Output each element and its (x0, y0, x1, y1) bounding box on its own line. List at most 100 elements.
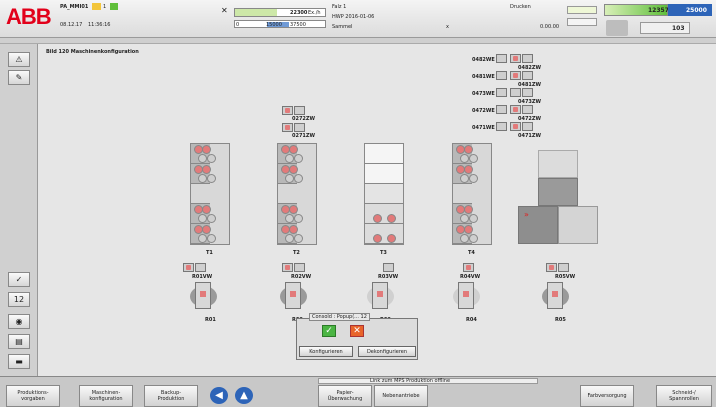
back-arrow-icon[interactable]: ◀ (210, 387, 228, 404)
produktionsvorgaben-button[interactable]: Produktions- vorgaben (6, 385, 60, 407)
sammel-label: Sammel (332, 24, 353, 30)
check-tool-icon[interactable]: ✓ (8, 272, 30, 287)
up-arrow-icon[interactable]: ▲ (235, 387, 253, 404)
turnbar-label-0271: 0271ZW (292, 133, 316, 139)
deconfigure-button[interactable]: Dekonfigurieren (358, 346, 416, 357)
alarm-icon[interactable] (92, 3, 101, 10)
turnbar-0482zw-b[interactable] (522, 54, 533, 63)
reelstand-r03[interactable] (365, 282, 395, 309)
turnbar-0473we[interactable] (496, 88, 507, 97)
turnbar-0473zw-a[interactable] (510, 88, 521, 97)
turnbar-0481zw-b[interactable] (522, 71, 533, 80)
turnbar-label-0272: 0272ZW (292, 116, 316, 122)
turnbar-label-0471zw: 0471ZW (518, 133, 542, 139)
backup-produktion-button[interactable]: Backup- Produktion (144, 385, 198, 407)
turnbar-0471zw-b[interactable] (522, 122, 533, 131)
papier-ueberwachung-label: Papier- Überwachung (327, 390, 363, 402)
turnbar-0482we[interactable] (496, 54, 507, 63)
turnbar-0481zw-a[interactable] (510, 71, 521, 80)
tower-t2[interactable] (277, 143, 317, 245)
turnbar-0472zw-b[interactable] (522, 105, 533, 114)
reelstand-r05[interactable] (540, 282, 570, 309)
turnbar-label-0472we: 0472WE (472, 108, 495, 114)
reel-r01-vw-b[interactable] (195, 263, 206, 272)
turnbar-0482zw-a[interactable] (510, 54, 521, 63)
turnbar-0473zw-b[interactable] (522, 88, 533, 97)
turnbar-t2-c[interactable] (282, 123, 293, 132)
turnbar-t2-a[interactable] (282, 106, 293, 115)
reelstand-r04[interactable] (451, 282, 481, 309)
time: 11:36:16 (88, 22, 111, 28)
farbversorgung-label: Farbversorgung (587, 393, 627, 399)
trash-icon[interactable] (606, 20, 628, 36)
turnbar-0472zw-a[interactable] (510, 105, 521, 114)
falz-label: Falz 1 (332, 4, 347, 10)
confirm-check-icon[interactable]: ✓ (322, 325, 336, 337)
papier-ueberwachung-button[interactable]: Papier- Überwachung (318, 385, 372, 407)
druck-value: 0.00.00 (540, 24, 560, 30)
alarm-count: 1 (103, 4, 107, 10)
reel-r03-vw[interactable] (383, 263, 394, 272)
abb-logo: ABB (6, 4, 52, 29)
chevron-down-icon: » (524, 210, 529, 219)
speed-value: 22300 (290, 10, 308, 16)
top-status-bar: ABB PA_MMI01 1 08.12.17 11:36:16 ✕ 22300… (0, 0, 716, 38)
tower-label-t1: T1 (206, 250, 213, 256)
turnbar-label-0482we: 0482WE (472, 57, 495, 63)
tower-t4[interactable] (452, 143, 492, 245)
reel-r05-vw-b[interactable] (558, 263, 569, 272)
language-flag-icon[interactable]: ▬ (8, 354, 30, 369)
tower-t1[interactable] (190, 143, 230, 245)
configure-button[interactable]: Konfigurieren (299, 346, 353, 357)
schneid-spannrollen-button[interactable]: Schneid-/ Spannrollen (656, 385, 712, 407)
turnbar-0481we[interactable] (496, 71, 507, 80)
folder-top[interactable] (538, 150, 578, 178)
druck-label: Drucken (510, 4, 531, 10)
speed-max: 37500 (290, 22, 306, 28)
nebenantriebe-button[interactable]: Nebenantriebe (374, 385, 428, 407)
reel-label-r01: R01 (205, 317, 216, 323)
sammel-x: x (446, 24, 449, 30)
reel-r01-vw-a[interactable] (183, 263, 194, 272)
reel-r05-vw-a[interactable] (546, 263, 557, 272)
reel-label-r04: R04 (466, 317, 477, 323)
tower-t3[interactable] (364, 143, 404, 245)
reel-label-r05: R05 (555, 317, 566, 323)
reel-r04-vw[interactable] (463, 263, 474, 272)
warning-icon[interactable]: ⚠ (8, 52, 30, 67)
turnbar-t2-b[interactable] (294, 106, 305, 115)
reel-r02-vw-a[interactable] (282, 263, 293, 272)
status-message: Link zum MPS Produktion offline (370, 378, 451, 384)
farbversorgung-button[interactable]: Farbversorgung (580, 385, 634, 407)
number-tool-icon[interactable]: 12 (8, 292, 30, 307)
tower-label-t3: T3 (380, 250, 387, 256)
cancel-x-icon[interactable]: ✕ (350, 325, 364, 337)
reel-vw-r01: R01VW (192, 274, 213, 280)
book-icon[interactable]: ▤ (8, 334, 30, 349)
reelstand-r02[interactable] (278, 282, 308, 309)
arrow-indicator-2 (567, 18, 597, 26)
product-label: HWP 2016-01-06 (332, 14, 375, 20)
turnbar-t2-d[interactable] (294, 123, 305, 132)
page-title: Bild 120 Maschinenkonfiguration (46, 49, 139, 55)
maschinenkonfiguration-button[interactable]: Maschinen- konfiguration (79, 385, 133, 407)
close-icon[interactable]: ✕ (221, 6, 228, 15)
reelstand-r01[interactable] (188, 282, 218, 309)
folder-right[interactable] (558, 206, 598, 244)
nebenantriebe-label: Nebenantriebe (382, 393, 420, 399)
reel-r02-vw-b[interactable] (294, 263, 305, 272)
counter-current: 12357 (648, 7, 669, 14)
turnbar-label-0473we: 0473WE (472, 91, 495, 97)
maschinenkonfiguration-label: Maschinen- konfiguration (89, 390, 123, 402)
reel-vw-r02: R02VW (291, 274, 312, 280)
camera-icon[interactable]: ◉ (8, 314, 30, 329)
date: 08.12.17 (60, 22, 83, 28)
wrench-icon[interactable]: ✎ (8, 70, 30, 85)
counter-target: 25000 (686, 7, 707, 14)
turnbar-0472we[interactable] (496, 105, 507, 114)
grid-icon (110, 3, 118, 10)
folder-former[interactable] (538, 178, 578, 206)
speed-min: 0 (236, 22, 240, 28)
turnbar-0471we[interactable] (496, 122, 507, 131)
turnbar-0471zw-a[interactable] (510, 122, 521, 131)
